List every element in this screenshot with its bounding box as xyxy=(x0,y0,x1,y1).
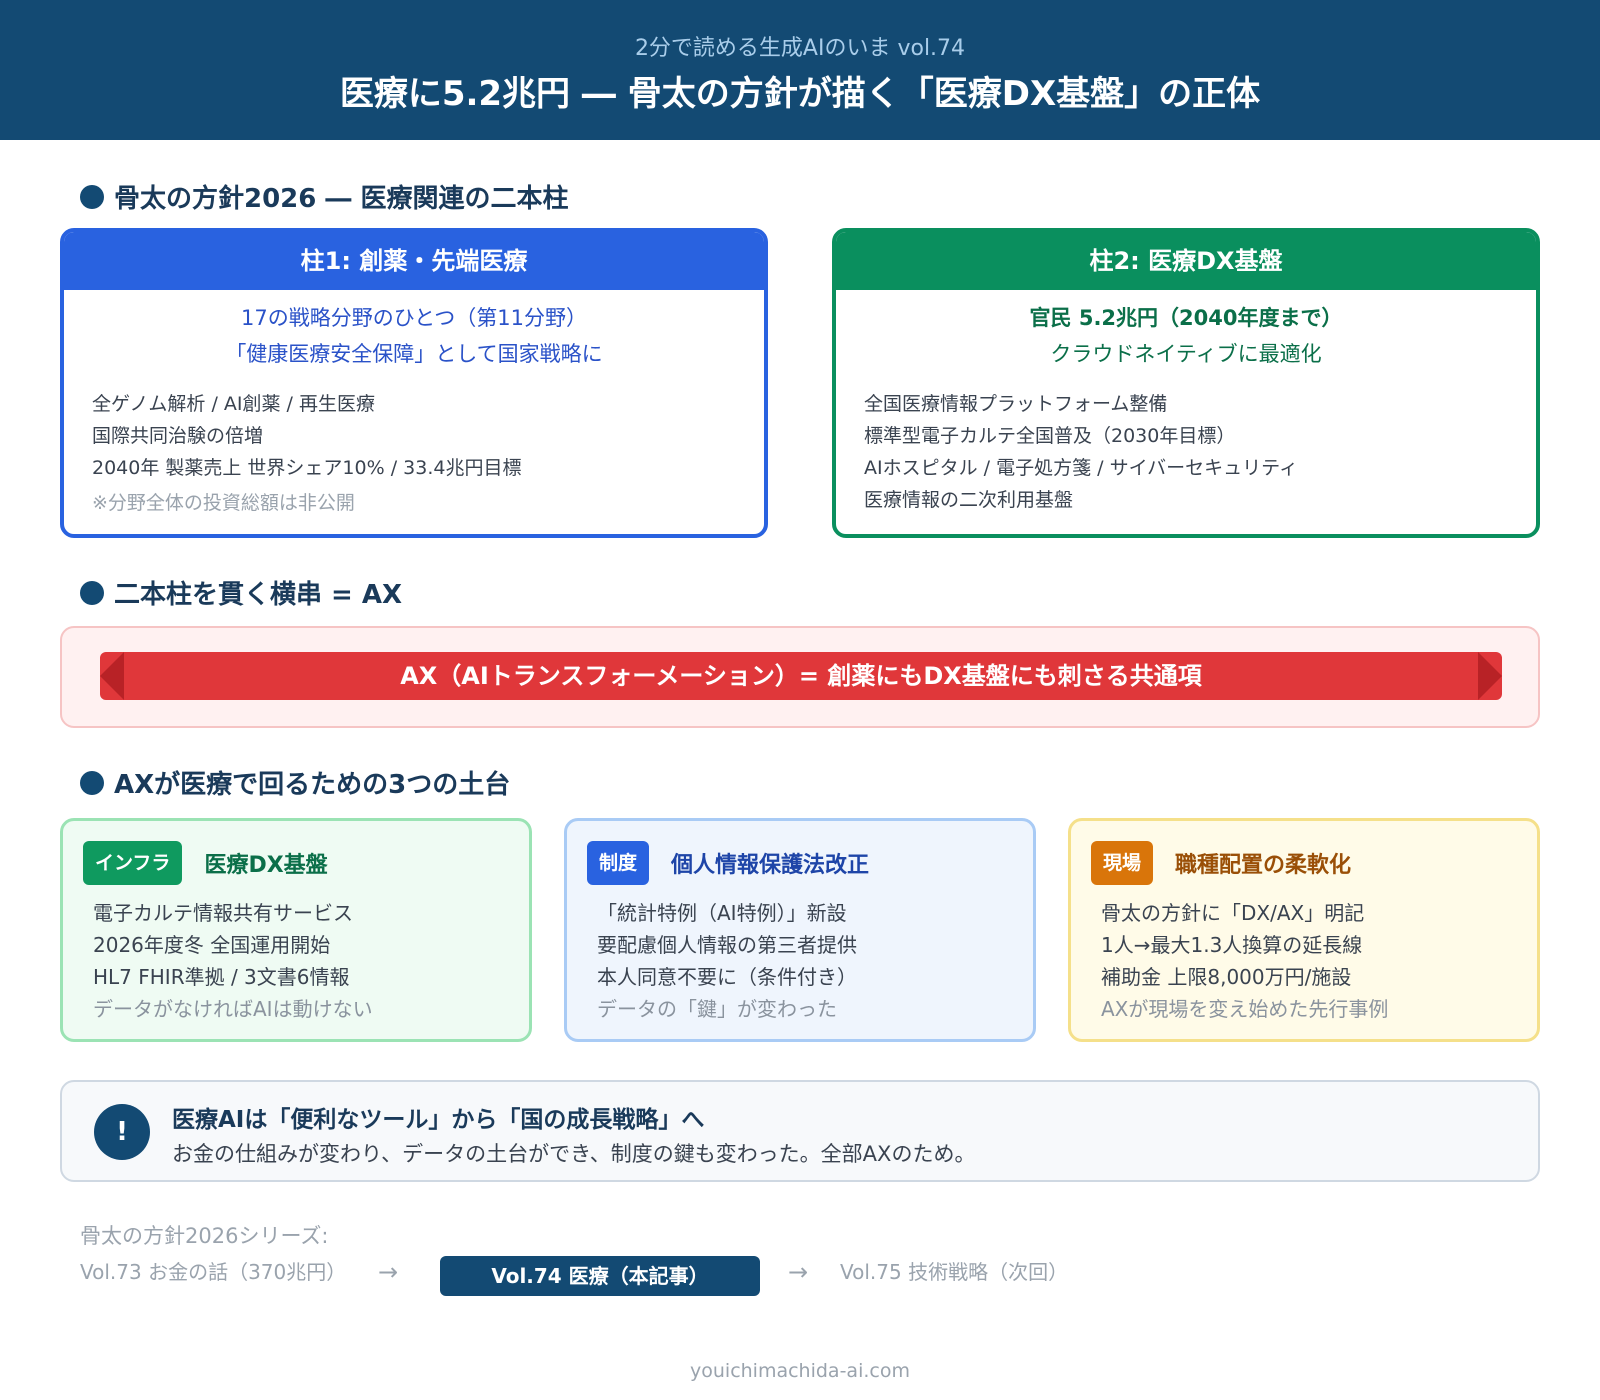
foundation-card-field: 現場 職種配置の柔軟化 骨太の方針に「DX/AX」明記 1人→最大1.3人換算の… xyxy=(1068,818,1540,1042)
foundation-title: 職種配置の柔軟化 xyxy=(1175,853,1352,878)
arrow-right-icon: → xyxy=(788,1258,809,1286)
arrow-right-icon xyxy=(1478,652,1502,700)
foundation-item-list: 骨太の方針に「DX/AX」明記 1人→最大1.3人換算の延長線 補助金 上限8,… xyxy=(1101,897,1388,1025)
list-item: 電子カルテ情報共有サービス xyxy=(93,901,353,925)
page-title: 医療に5.2兆円 ― 骨太の方針が描く「医療DX基盤」の正体 xyxy=(339,74,1261,114)
series-link-next[interactable]: Vol.75 技術戦略（次回） xyxy=(840,1256,1068,1285)
pillar-card-medical-dx: 柱2: 医療DX基盤 官民 5.2兆円（2040年度まで） クラウドネイティブに… xyxy=(832,228,1540,538)
foundation-tag: 現場 xyxy=(1091,841,1154,885)
list-item: HL7 FHIR準拠 / 3文書6情報 xyxy=(93,965,350,989)
pillar-item-list: 全国医療情報プラットフォーム整備 標準型電子カルテ全国普及（2030年目標） A… xyxy=(864,388,1536,516)
pillar-lead-line: クラウドネイティブに最適化 xyxy=(1050,342,1322,366)
callout-headline: 医療AIは「便利なツール」から「国の成長戦略」へ xyxy=(172,1107,705,1133)
list-item: 要配慮個人情報の第三者提供 xyxy=(597,933,857,957)
pillar-lead-line: 17の戦略分野のひとつ（第11分野） xyxy=(241,306,587,330)
foundation-item-list: 「統計特例（AI特例）」新設 要配慮個人情報の第三者提供 本人同意不要に（条件付… xyxy=(597,897,857,1025)
list-item: 医療情報の二次利用基盤 xyxy=(864,489,1074,511)
list-item: 1人→最大1.3人換算の延長線 xyxy=(1101,933,1363,957)
header: 2分で読める生成AIのいま vol.74 医療に5.2兆円 ― 骨太の方針が描く… xyxy=(0,0,1600,140)
section-heading-ax: 二本柱を貫く横串 = AX xyxy=(80,574,402,611)
series-subtitle: 2分で読める生成AIのいま vol.74 xyxy=(634,36,966,61)
list-item: 国際共同治験の倍増 xyxy=(92,425,264,447)
foundation-tag: 制度 xyxy=(587,841,650,885)
series-current-badge: Vol.74 医療（本記事） xyxy=(440,1256,760,1296)
list-item-note: データがなければAIは動けない xyxy=(93,997,373,1021)
list-item: 2026年度冬 全国運用開始 xyxy=(93,933,331,957)
pillar-note: ※分野全体の投資総額は非公開 xyxy=(92,492,355,514)
pillar-title: 柱2: 医療DX基盤 xyxy=(836,232,1536,290)
foundation-title: 医療DX基盤 xyxy=(204,853,328,878)
callout-body: お金の仕組みが変わり、データの土台ができ、制度の鍵も変わった。全部AXのため。 xyxy=(172,1142,976,1166)
exclamation-icon: ! xyxy=(94,1104,150,1160)
section-heading-text: 骨太の方針2026 ― 医療関連の二本柱 xyxy=(114,184,569,214)
section-heading-pillars: 骨太の方針2026 ― 医療関連の二本柱 xyxy=(80,178,568,215)
series-label: 骨太の方針2026シリーズ: xyxy=(80,1224,329,1248)
pillar-card-drug-discovery: 柱1: 創薬・先端医療 17の戦略分野のひとつ（第11分野） 「健康医療安全保障… xyxy=(60,228,768,538)
footer-site[interactable]: youichimachida-ai.com xyxy=(0,1360,1600,1382)
pillar-lead-line: 官民 5.2兆円（2040年度まで） xyxy=(1029,306,1343,330)
section-heading-text: AXが医療で回るための3つの土台 xyxy=(114,770,511,800)
foundation-title: 個人情報保護法改正 xyxy=(671,853,870,878)
ax-bar: AX（AIトランスフォーメーション）= 創薬にもDX基盤にも刺さる共通項 xyxy=(100,652,1502,700)
list-item: 本人同意不要に（条件付き） xyxy=(597,965,857,989)
list-item: 全国医療情報プラットフォーム整備 xyxy=(864,393,1168,415)
foundation-card-infra: インフラ 医療DX基盤 電子カルテ情報共有サービス 2026年度冬 全国運用開始… xyxy=(60,818,532,1042)
arrow-right-icon: → xyxy=(378,1258,399,1286)
list-item-note: データの「鍵」が変わった xyxy=(597,997,837,1021)
list-item: 「統計特例（AI特例）」新設 xyxy=(597,901,847,925)
pillar-lead-line: 「健康医療安全保障」として国家戦略に xyxy=(225,342,603,366)
pillar-item-list: 全ゲノム解析 / AI創薬 / 再生医療 国際共同治験の倍増 2040年 製薬売… xyxy=(92,388,764,484)
section-heading-foundations: AXが医療で回るための3つの土台 xyxy=(80,764,510,801)
section-heading-text: 二本柱を貫く横串 = AX xyxy=(114,580,403,610)
bullet-dot-icon xyxy=(80,580,104,605)
ax-bar-text: AX（AIトランスフォーメーション）= 創薬にもDX基盤にも刺さる共通項 xyxy=(400,662,1202,690)
list-item: AIホスピタル / 電子処方箋 / サイバーセキュリティ xyxy=(864,457,1299,479)
bullet-dot-icon xyxy=(80,770,104,795)
list-item: 補助金 上限8,000万円/施設 xyxy=(1101,965,1352,989)
key-message-callout: ! 医療AIは「便利なツール」から「国の成長戦略」へ お金の仕組みが変わり、デー… xyxy=(60,1080,1540,1182)
pillar-title: 柱1: 創薬・先端医療 xyxy=(64,232,764,290)
foundation-tag: インフラ xyxy=(83,841,183,885)
foundation-item-list: 電子カルテ情報共有サービス 2026年度冬 全国運用開始 HL7 FHIR準拠 … xyxy=(93,897,373,1025)
list-item: 2040年 製薬売上 世界シェア10% / 33.4兆円目標 xyxy=(92,457,522,479)
arrow-left-icon xyxy=(100,652,124,700)
bullet-dot-icon xyxy=(80,184,104,209)
list-item: 全ゲノム解析 / AI創薬 / 再生医療 xyxy=(92,393,375,415)
list-item-note: AXが現場を変え始めた先行事例 xyxy=(1101,997,1389,1021)
ax-band: AX（AIトランスフォーメーション）= 創薬にもDX基盤にも刺さる共通項 xyxy=(60,626,1540,728)
list-item: 骨太の方針に「DX/AX」明記 xyxy=(1101,901,1365,925)
list-item: 標準型電子カルテ全国普及（2030年目標） xyxy=(864,425,1236,447)
series-link-prev[interactable]: Vol.73 お金の話（370兆円） xyxy=(80,1256,346,1285)
foundation-card-law: 制度 個人情報保護法改正 「統計特例（AI特例）」新設 要配慮個人情報の第三者提… xyxy=(564,818,1036,1042)
